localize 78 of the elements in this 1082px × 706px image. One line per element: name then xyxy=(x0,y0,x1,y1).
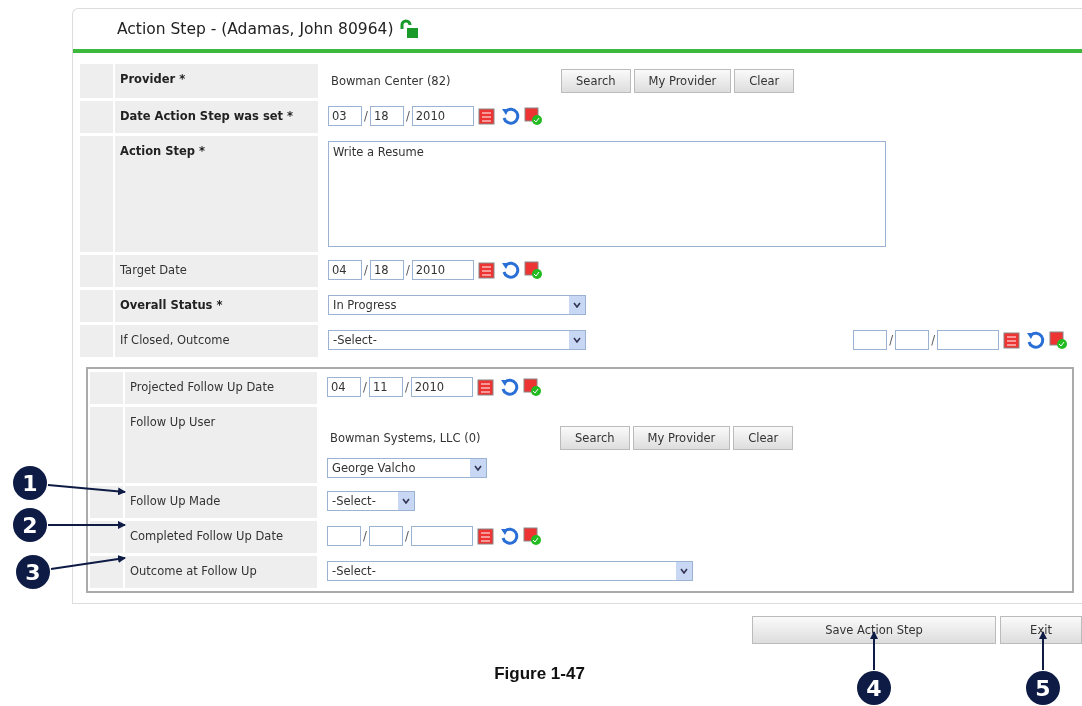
year-field[interactable] xyxy=(937,330,999,350)
figure-caption: Figure 1-47 xyxy=(493,664,586,684)
unlocked-padlock-icon xyxy=(399,19,420,39)
calendar-icon[interactable] xyxy=(475,526,496,546)
lookup-button[interactable]: Search xyxy=(561,69,631,93)
callout-number: 2 xyxy=(13,508,47,542)
date-separator: / xyxy=(931,333,935,347)
calendar-icon[interactable] xyxy=(1002,330,1022,350)
lookup-value: Bowman Center (82) xyxy=(330,74,452,88)
date-separator: / xyxy=(363,380,367,394)
row-stub xyxy=(90,556,123,588)
field-label: Completed Follow Up Date xyxy=(125,521,317,553)
callout-number: 4 xyxy=(857,671,891,705)
date-separator: / xyxy=(405,263,410,277)
callout-number: 1 xyxy=(13,466,47,500)
lookup-value: Bowman Systems, LLC (0) xyxy=(329,431,482,445)
day-field[interactable] xyxy=(895,330,930,350)
row-stub xyxy=(90,521,123,553)
date-separator: / xyxy=(405,109,410,123)
calendar-check-icon[interactable] xyxy=(1048,330,1068,350)
calendar-check-icon[interactable] xyxy=(522,106,543,126)
year-field[interactable]: 2010 xyxy=(411,106,474,126)
lookup-button[interactable]: Clear xyxy=(734,69,795,93)
action-step-textarea[interactable]: Write a Resume xyxy=(328,141,886,247)
action-button[interactable]: Save Action Step xyxy=(752,616,996,644)
field-label: Provider * xyxy=(115,64,318,98)
refresh-icon[interactable] xyxy=(499,106,520,126)
date-separator: / xyxy=(364,109,368,123)
month-field[interactable]: 04 xyxy=(328,260,362,280)
callout-number: 5 xyxy=(1026,671,1060,705)
calendar-check-icon[interactable] xyxy=(522,260,543,280)
calendar-icon[interactable] xyxy=(475,377,496,397)
calendar-icon[interactable] xyxy=(476,106,497,126)
date-separator: / xyxy=(404,529,409,543)
date-separator: / xyxy=(404,380,409,394)
callout-number: 3 xyxy=(16,555,50,589)
field-label: If Closed, Outcome xyxy=(115,325,318,357)
calendar-icon[interactable] xyxy=(476,260,497,280)
field-label: Follow Up User xyxy=(125,407,317,483)
lookup-button[interactable]: My Provider xyxy=(633,69,732,93)
lookup-button[interactable]: Clear xyxy=(733,426,794,450)
month-field[interactable]: 04 xyxy=(327,377,361,397)
field-label: Follow Up Made xyxy=(125,486,317,518)
month-field[interactable]: 03 xyxy=(328,106,362,126)
lookup-button[interactable]: My Provider xyxy=(632,426,731,450)
dropdown[interactable]: -Select- xyxy=(327,491,415,511)
year-field[interactable]: 2010 xyxy=(410,377,473,397)
row-stub xyxy=(90,486,123,518)
day-field[interactable]: 11 xyxy=(368,377,403,397)
refresh-icon[interactable] xyxy=(499,260,520,280)
year-field[interactable]: 2010 xyxy=(411,260,474,280)
dropdown[interactable]: George Valcho xyxy=(327,458,487,478)
field-label: Target Date xyxy=(115,255,318,287)
field-label: Action Step * xyxy=(115,136,318,252)
dropdown[interactable]: -Select- xyxy=(327,561,693,581)
refresh-icon[interactable] xyxy=(498,377,519,397)
day-field[interactable] xyxy=(368,526,403,546)
day-field[interactable]: 18 xyxy=(369,260,404,280)
refresh-icon[interactable] xyxy=(498,526,519,546)
year-field[interactable] xyxy=(410,526,473,546)
calendar-check-icon[interactable] xyxy=(521,526,542,546)
field-label: Overall Status * xyxy=(115,290,318,322)
date-separator: / xyxy=(889,333,894,347)
day-field[interactable]: 18 xyxy=(369,106,404,126)
date-separator: / xyxy=(363,529,367,543)
dropdown[interactable]: -Select- xyxy=(328,330,586,350)
field-label: Projected Follow Up Date xyxy=(125,372,317,404)
field-label: Outcome at Follow Up xyxy=(125,556,317,588)
refresh-icon[interactable] xyxy=(1025,330,1045,350)
dropdown[interactable]: In Progress xyxy=(328,295,586,315)
action-button[interactable]: Exit xyxy=(1000,616,1082,644)
month-field[interactable] xyxy=(853,330,888,350)
month-field[interactable] xyxy=(327,526,361,546)
date-separator: / xyxy=(364,263,368,277)
window-title: Action Step - (Adamas, John 80964) xyxy=(117,20,394,38)
calendar-check-icon[interactable] xyxy=(521,377,542,397)
lookup-button[interactable]: Search xyxy=(560,426,630,450)
field-label: Date Action Step was set * xyxy=(115,101,318,133)
